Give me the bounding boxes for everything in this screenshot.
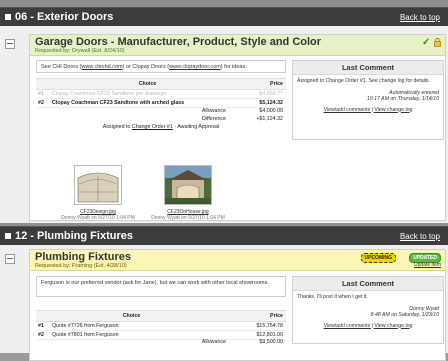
price-summary: Allowance $4,000.00 Difference +$1,124.32 … xyxy=(36,107,286,131)
requested-by-link[interactable]: Framing xyxy=(72,263,92,269)
section-header-plumbing-fixtures[interactable]: 12 - Plumbing Fixtures Back to top xyxy=(0,226,448,246)
back-to-top-link[interactable]: Back to top xyxy=(400,232,440,241)
item-header: Plumbing Fixtures Requested by: Framing … xyxy=(30,250,445,271)
assignment-status: Assigned to Change Order #1 - Awaiting A… xyxy=(102,124,220,130)
collapse-item-icon[interactable] xyxy=(5,39,15,49)
comment-text: Thanks. I'll post it when I get it. xyxy=(297,294,368,300)
item-note: Ferguson is our preferred vendor (ask fo… xyxy=(36,276,286,297)
choices-table: Choice Price #1 Clopay Coachman CF23 San… xyxy=(36,78,286,108)
approved-check-icon: ✓ xyxy=(422,37,431,48)
section-title: 06 - Exterior Doors xyxy=(15,11,114,23)
comment-text: Assigned to Change Order #1. See change … xyxy=(297,78,430,84)
section-body-exterior-doors: Garage Doors - Manufacturer, Product, St… xyxy=(0,26,448,223)
choice-column-header: Choice xyxy=(50,78,246,90)
comment-timestamp: 10:17 AM on Thursday, 1/14/10 xyxy=(366,96,439,102)
last-comment-header: Last Comment xyxy=(293,277,443,291)
price-column-header: Price xyxy=(245,78,286,90)
comment-links[interactable]: View/add comments | View change log xyxy=(297,107,439,114)
page: 06 - Exterior Doors Back to top Garage D… xyxy=(0,0,448,361)
garage-door-house-photo[interactable] xyxy=(164,165,212,205)
item-requested: Requested by: Drywall (Est. 8/24/10) xyxy=(35,48,125,54)
comment-links[interactable]: View/add comments | View change log xyxy=(297,323,439,330)
allowance-label: Allowance xyxy=(201,339,226,345)
garage-door-design-image[interactable] xyxy=(74,165,122,205)
row-price: $15,754.78 xyxy=(213,321,286,331)
clopay-link[interactable]: www.clopaydoor.com xyxy=(169,64,221,70)
attachment-thumbnail[interactable]: CF23OnHouse.jpg Donny Wyatt on 5/27/10 1… xyxy=(138,165,238,221)
table-row[interactable]: #1 Clopay Coachman CF23 Sandtone per dra… xyxy=(36,89,286,99)
chi-doors-link[interactable]: www.chiohd.com xyxy=(81,64,122,70)
last-comment-header: Last Comment xyxy=(293,61,443,75)
row-number: #1 xyxy=(36,321,50,331)
item-card-garage-doors: Garage Doors - Manufacturer, Product, St… xyxy=(29,34,446,221)
row-number: #1 xyxy=(36,89,50,99)
back-to-top-link[interactable]: Back to top xyxy=(400,13,440,22)
requested-by-link[interactable]: Drywall xyxy=(72,48,90,54)
table-header-row: Choice Price xyxy=(36,310,286,322)
allowance-value: $9,500.00 xyxy=(259,339,283,345)
difference-label: Difference xyxy=(201,116,226,122)
section-toggle-icon[interactable] xyxy=(5,14,11,20)
collapse-item-icon[interactable] xyxy=(5,254,15,264)
last-comment-panel: Last Comment Assigned to Change Order #1… xyxy=(292,60,444,140)
section-body-plumbing-fixtures: Plumbing Fixtures Requested by: Framing … xyxy=(0,245,448,361)
update-item-link[interactable]: Update item xyxy=(414,262,441,268)
change-order-link[interactable]: Change Order #1 xyxy=(132,124,173,130)
allowance-label: Allowance xyxy=(201,108,226,114)
item-card-plumbing-fixtures: Plumbing Fixtures Requested by: Framing … xyxy=(29,249,446,361)
section-title: 12 - Plumbing Fixtures xyxy=(15,230,133,242)
allowance-value: $4,000.00 xyxy=(259,108,283,114)
section-toggle-icon[interactable] xyxy=(5,233,11,239)
attachment-meta: Donny Wyatt on 5/27/10 1:04 PM xyxy=(61,215,135,221)
lock-icon xyxy=(434,38,441,47)
item-title: Garage Doors - Manufacturer, Product, St… xyxy=(35,36,322,48)
table-row[interactable]: #1 Quote #7726 from Ferguson $15,754.78 xyxy=(36,321,286,331)
table-header-row: Choice Price xyxy=(36,78,286,90)
item-note: See CHI Doors (www.chiohd.com) or Clopay… xyxy=(36,60,286,73)
attachment-thumbnail[interactable]: CF23Design.jpg Donny Wyatt on 5/27/10 1:… xyxy=(48,165,148,221)
item-header: Garage Doors - Manufacturer, Product, St… xyxy=(30,35,445,56)
difference-value: +$1,124.32 xyxy=(256,116,283,122)
row-choice: Clopay Coachman CF23 Sandtone per drawin… xyxy=(50,89,246,99)
choice-column-header: Choice xyxy=(50,310,214,322)
price-summary: Allowance $9,500.00 xyxy=(36,338,286,346)
upcoming-badge: UPCOMING xyxy=(360,253,396,263)
attachment-meta: Donny Wyatt on 5/27/10 1:04 PM xyxy=(151,215,225,221)
row-choice: Quote #7726 from Ferguson xyxy=(50,321,214,331)
price-column-header: Price xyxy=(213,310,286,322)
choices-table: Choice Price #1 Quote #7726 from Ferguso… xyxy=(36,310,286,340)
comment-timestamp: 8:48 AM on Saturday, 1/23/10 xyxy=(370,312,439,318)
last-comment-panel: Last Comment Thanks. I'll post it when I… xyxy=(292,276,444,344)
item-requested: Requested by: Framing (Est. 4/28/10) xyxy=(35,263,127,269)
row-price: $4,669.77 xyxy=(245,89,286,99)
item-title: Plumbing Fixtures xyxy=(35,251,131,263)
section-header-exterior-doors[interactable]: 06 - Exterior Doors Back to top xyxy=(0,7,448,27)
